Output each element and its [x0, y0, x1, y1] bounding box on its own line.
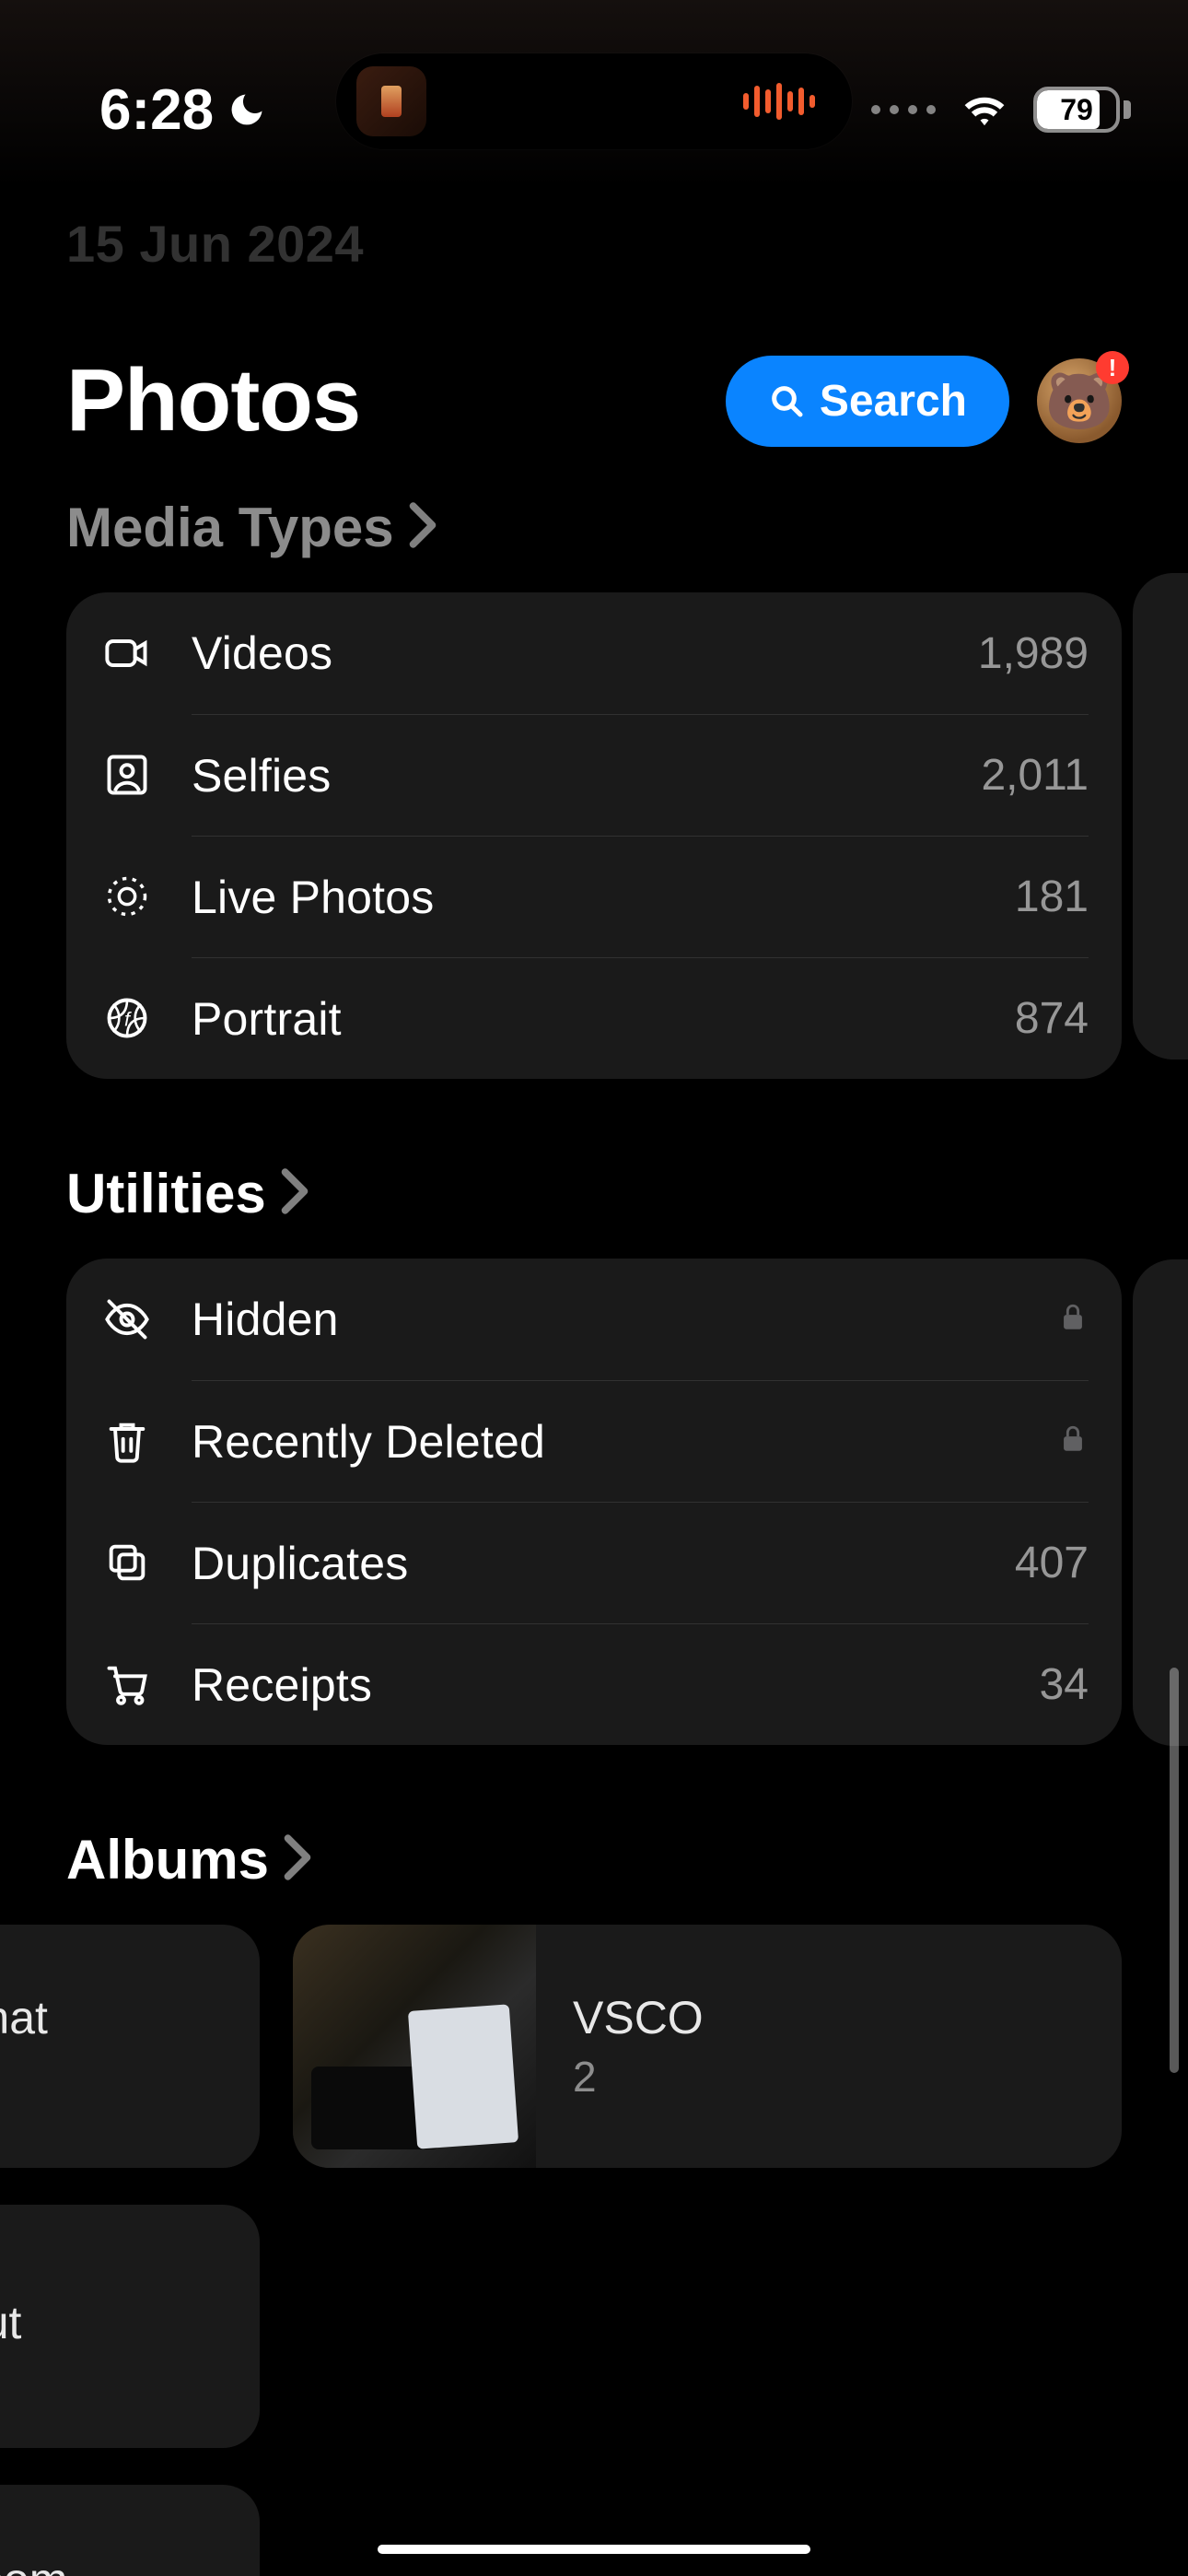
portrait-aperture-icon: f [99, 994, 155, 1042]
search-icon [768, 382, 805, 419]
row-label: Receipts [192, 1658, 372, 1712]
search-button[interactable]: Search [726, 356, 1009, 447]
chevron-right-icon [279, 1167, 310, 1220]
cart-icon [99, 1660, 155, 1708]
live-photo-icon [99, 872, 155, 920]
lock-icon [1057, 1420, 1089, 1463]
album-count: 35 [0, 2052, 230, 2102]
row-label: Hidden [192, 1293, 339, 1346]
row-receipts[interactable]: Receipts 34 [99, 1623, 1089, 1745]
row-label: Recently Deleted [192, 1415, 545, 1469]
row-label: Portrait [192, 992, 342, 1046]
section-title: Albums [66, 1828, 269, 1891]
utilities-next-card-peek[interactable] [1133, 1259, 1188, 1746]
album-count: 2 [573, 2052, 904, 2102]
audio-waveform-icon [743, 83, 815, 120]
row-videos[interactable]: Videos 1,989 [99, 592, 1089, 714]
row-count: 2,011 [981, 750, 1089, 801]
section-title: Media Types [66, 496, 394, 559]
row-count: 34 [1040, 1659, 1089, 1710]
lock-icon [1057, 1298, 1089, 1341]
album-title: napchat [0, 1991, 230, 2044]
album-title: VSCO [573, 1991, 904, 2044]
battery-indicator: 79 [1033, 87, 1131, 133]
row-recently-deleted[interactable]: Recently Deleted [99, 1380, 1089, 1502]
album-thumbnail [293, 1925, 536, 2168]
row-count: 181 [1015, 872, 1089, 922]
video-icon [99, 629, 155, 677]
row-label: Live Photos [192, 871, 434, 924]
row-hidden[interactable]: Hidden [99, 1259, 1089, 1380]
avatar-alert-badge: ! [1096, 351, 1129, 384]
media-types-card: Videos 1,989 Selfies 2,011 Live Photos [66, 592, 1122, 1079]
trash-icon [99, 1417, 155, 1465]
row-label: Videos [192, 626, 332, 680]
section-header-albums[interactable]: Albums [0, 1828, 1188, 1925]
row-count: 407 [1015, 1538, 1089, 1588]
battery-percent-label: 79 [1037, 90, 1116, 129]
row-selfies[interactable]: Selfies 2,011 [99, 714, 1089, 836]
svg-text:f: f [124, 1008, 132, 1031]
now-playing-artwork [356, 66, 426, 136]
utilities-card: Hidden Recently Deleted Duplicates [66, 1259, 1122, 1745]
section-header-media-types[interactable]: Media Types [0, 496, 1188, 592]
wifi-icon [960, 83, 1009, 137]
profile-avatar[interactable]: 🐻 ! [1037, 358, 1122, 443]
section-header-utilities[interactable]: Utilities [0, 1162, 1188, 1259]
eye-slash-icon [99, 1295, 155, 1343]
album-title: arkroom [0, 2553, 230, 2576]
row-portrait[interactable]: f Portrait 874 [99, 957, 1089, 1079]
album-title: apCut [0, 2296, 230, 2349]
duplicate-icon [99, 1539, 155, 1587]
album-item[interactable]: napchat 35 [0, 1925, 260, 2168]
row-duplicates[interactable]: Duplicates 407 [99, 1502, 1089, 1623]
status-clock: 6:28 [99, 77, 214, 143]
dynamic-island-now-playing[interactable] [336, 53, 852, 149]
row-label: Selfies [192, 749, 331, 802]
row-live-photos[interactable]: Live Photos 181 [99, 836, 1089, 957]
selfie-icon [99, 751, 155, 799]
status-bar: 6:28 79 [0, 0, 1188, 166]
row-count: 874 [1015, 993, 1089, 1044]
album-item[interactable]: arkroom [0, 2485, 260, 2576]
media-types-next-card-peek[interactable] [1133, 573, 1188, 1060]
album-item[interactable]: VSCO 2 [293, 1925, 1122, 2168]
album-item[interactable]: apCut [0, 2205, 260, 2448]
section-title: Utilities [66, 1162, 266, 1225]
chevron-right-icon [407, 501, 438, 554]
row-count: 1,989 [978, 628, 1089, 679]
chevron-right-icon [282, 1833, 313, 1886]
page-dots-icon [871, 105, 936, 114]
row-label: Duplicates [192, 1537, 408, 1590]
search-button-label: Search [820, 376, 967, 427]
focus-moon-icon [227, 89, 267, 130]
page-title: Photos [66, 350, 360, 451]
